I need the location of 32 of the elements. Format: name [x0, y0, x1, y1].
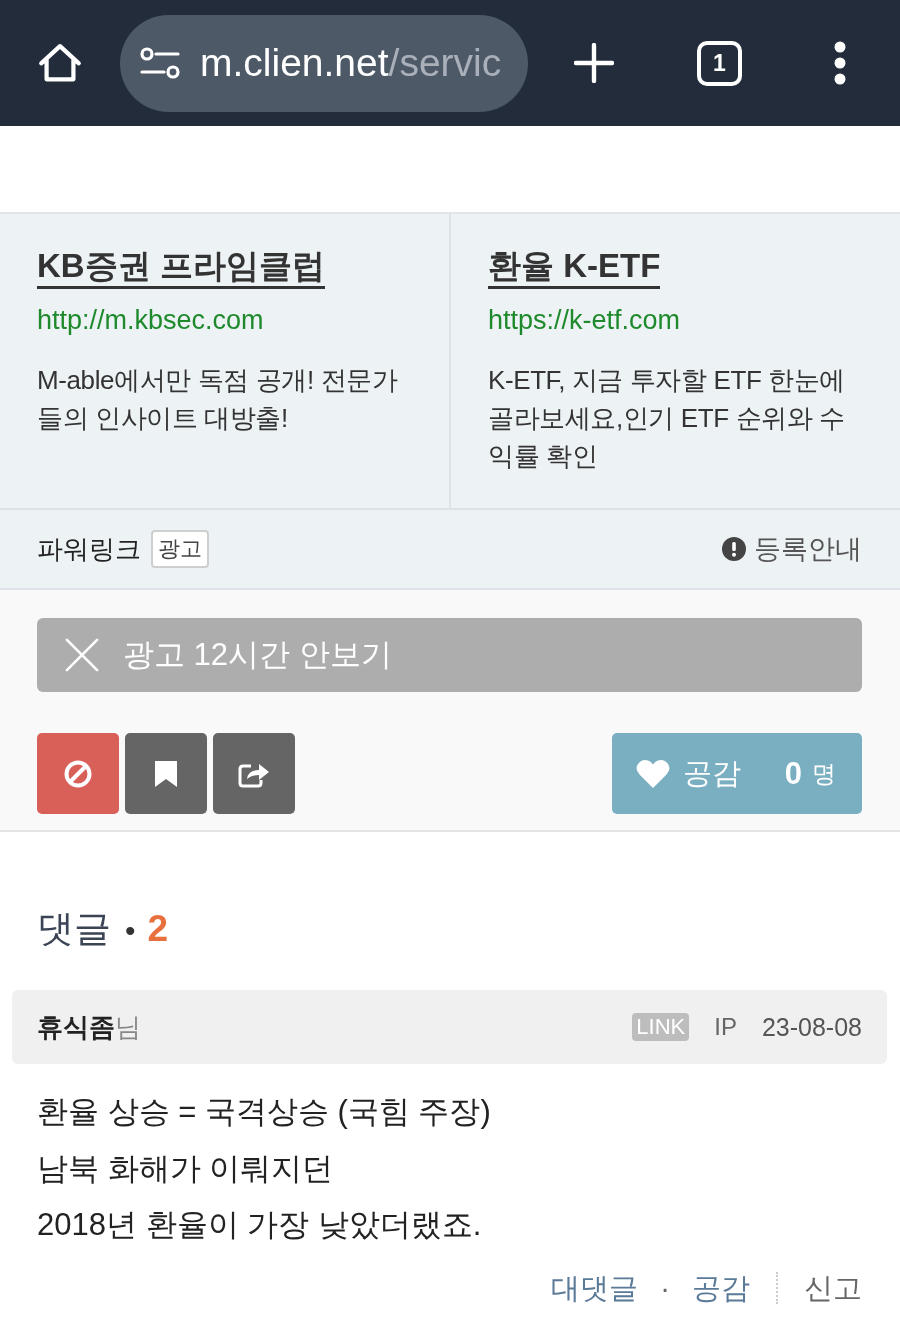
bookmark-icon: [155, 760, 177, 787]
reply-link[interactable]: 대댓글: [551, 1267, 639, 1308]
ad-description: M-able에서만 독점 공개! 전문가들의 인사이트 대방출!: [37, 364, 399, 435]
heart-icon: [636, 758, 670, 789]
ad-description: K-ETF, 지금 투자할 ETF 한눈에 골라보세요,인기 ETF 순위와 수익률 확인: [488, 364, 847, 473]
separator-dot: ·: [660, 1270, 670, 1306]
link-badge: LINK: [632, 1013, 690, 1041]
author-name: 휴식좀님: [37, 1010, 141, 1044]
comments-heading: 댓글 • 2: [37, 907, 170, 951]
comment-text: 환율 상승 = 국격상승 (국힘 주장) 남북 화해가 이뤄지던 2018년 환율이 가장 낮았더랬죠.: [37, 1093, 492, 1244]
powerlink-label: 파워링크: [37, 532, 141, 566]
ad-title-link[interactable]: KB증권 프라임클럽: [37, 246, 325, 289]
new-tab-icon[interactable]: [574, 43, 614, 83]
close-icon: [65, 638, 99, 672]
like-link[interactable]: 공감: [692, 1267, 750, 1308]
comment-date: 23-08-08: [761, 1012, 862, 1042]
bookmark-button[interactable]: [125, 733, 207, 814]
ad-badge: 광고: [151, 530, 209, 568]
share-button[interactable]: [213, 733, 295, 814]
ad-title-link[interactable]: 환율 K-ETF: [488, 246, 661, 289]
ad-url-link[interactable]: http://m.kbsec.com: [37, 303, 264, 337]
more-menu-icon[interactable]: [833, 40, 847, 86]
registration-info-link[interactable]: 등록안내: [722, 531, 862, 567]
block-icon: [64, 759, 92, 788]
tab-switcher-button[interactable]: 1: [697, 40, 742, 86]
address-bar[interactable]: m.clien.net/servic: [120, 14, 528, 112]
report-link[interactable]: 신고: [804, 1267, 862, 1308]
site-settings-icon[interactable]: [140, 47, 180, 79]
ip-label: IP: [714, 1013, 737, 1041]
exclamation-icon: [722, 537, 746, 561]
ad-url-link[interactable]: https://k-etf.com: [488, 303, 681, 337]
block-button[interactable]: [37, 733, 119, 814]
